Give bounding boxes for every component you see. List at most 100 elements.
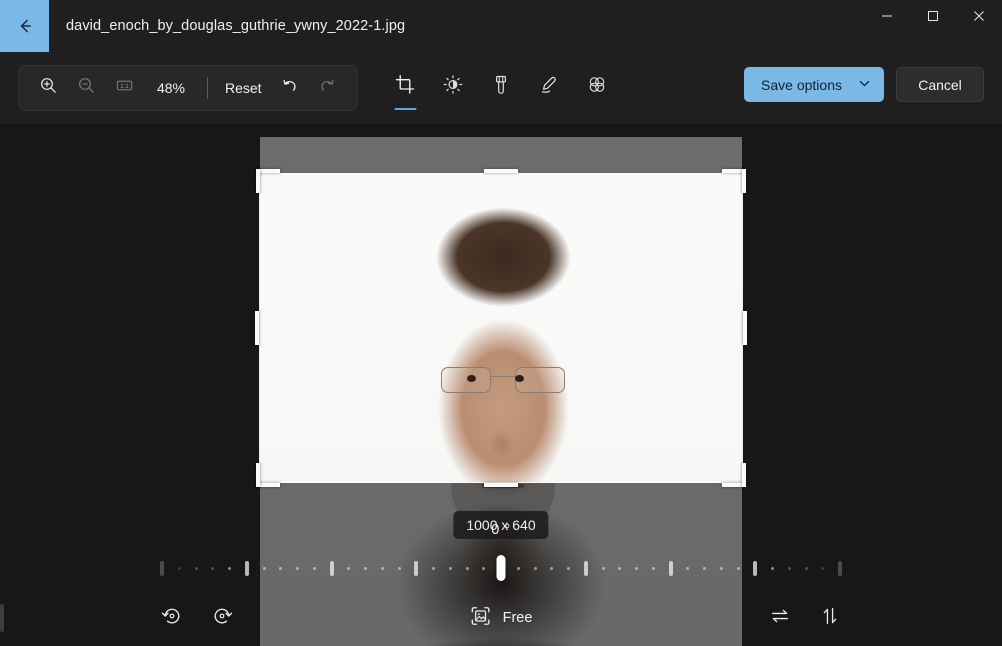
rotation-tick-minor [516, 566, 520, 570]
flip-vertical-button[interactable] [810, 598, 850, 638]
rotate-right-icon [211, 605, 233, 632]
rotation-tick-minor [787, 566, 791, 570]
tab-underline [538, 108, 560, 111]
actual-size-button[interactable]: 1:1 [105, 71, 143, 105]
rotation-tick-minor [804, 566, 808, 570]
flip-horizontal-icon [769, 605, 791, 632]
rotate-left-icon [161, 605, 183, 632]
crop-icon [395, 74, 416, 100]
rotation-tick-major [583, 560, 588, 576]
rotation-tick-minor [618, 566, 622, 570]
rotation-tick-major [329, 560, 334, 576]
flip-horizontal-button[interactable] [760, 598, 800, 638]
rotation-tick-minor [211, 566, 215, 570]
zoom-toolbar: 1:1 48% Reset [18, 65, 358, 111]
rotation-tick-minor [279, 566, 283, 570]
redo-button[interactable] [309, 71, 347, 105]
rotation-tick-major [244, 560, 249, 576]
tab-underline [442, 108, 464, 111]
rotation-tick-major [414, 560, 419, 576]
tab-filter[interactable] [482, 68, 521, 112]
rotation-tick-minor [703, 566, 706, 570]
aspect-ratio-icon [470, 605, 492, 631]
close-icon [973, 10, 985, 24]
redo-icon [318, 76, 337, 100]
rotation-tick-minor [550, 566, 554, 570]
crop-handle-bottom-right[interactable] [742, 463, 746, 487]
rotation-tick-major [160, 560, 164, 576]
tab-adjustment[interactable] [434, 68, 473, 112]
aspect-ratio-button[interactable]: Free [456, 598, 547, 638]
minimize-button[interactable] [864, 0, 910, 34]
rotation-tick-major [753, 560, 758, 576]
tab-active-underline [394, 107, 416, 110]
crop-dim-right [743, 173, 1002, 483]
crop-handle-right[interactable] [743, 311, 747, 345]
brightness-icon [443, 74, 464, 100]
tab-erase[interactable] [578, 68, 617, 112]
zoom-out-icon [77, 76, 96, 100]
rotation-tick-minor [482, 566, 486, 570]
zoom-in-button[interactable] [29, 71, 67, 105]
back-button[interactable] [0, 0, 49, 52]
rotate-controls [152, 598, 242, 638]
minimize-icon [881, 10, 893, 24]
rotation-tick-minor [347, 566, 351, 570]
save-options-button[interactable]: Save options [744, 67, 884, 102]
window-caption-controls [864, 0, 1002, 34]
rotation-tick-major [838, 560, 842, 576]
tab-underline [586, 108, 608, 111]
crop-bottom-toolbar: Free [0, 590, 1002, 646]
tab-underline [490, 108, 512, 111]
one-to-one-icon: 1:1 [115, 76, 134, 100]
tab-markup[interactable] [530, 68, 569, 112]
rotation-tick-minor [397, 566, 401, 570]
back-arrow-icon [15, 16, 35, 36]
zoom-in-icon [39, 76, 58, 100]
rotation-tick-minor [686, 566, 690, 570]
command-bar: 1:1 48% Reset Save options Cancel [0, 52, 1002, 124]
rotation-slider-thumb[interactable] [496, 555, 506, 581]
close-button[interactable] [956, 0, 1002, 34]
rotation-tick-major [668, 560, 673, 576]
image-detail [482, 484, 525, 489]
rotate-left-button[interactable] [152, 598, 192, 638]
undo-icon [280, 76, 299, 100]
editor-canvas[interactable]: 1000 x 640 0 ° Free [0, 124, 1002, 646]
crop-dim-left [0, 173, 259, 483]
crop-handle-top-right[interactable] [742, 169, 746, 193]
zoom-level-value: 48% [156, 80, 186, 96]
pen-icon [539, 74, 560, 100]
rotation-tick-minor [380, 566, 384, 570]
erase-retouch-icon [587, 74, 608, 100]
maximize-button[interactable] [910, 0, 956, 34]
rotation-tick-minor [364, 566, 367, 570]
rotation-tick-minor [312, 566, 316, 570]
cancel-button[interactable]: Cancel [896, 67, 984, 102]
edge-scrollbar[interactable] [0, 604, 4, 632]
rotation-tick-minor [465, 566, 469, 570]
image-detail [439, 366, 567, 393]
rotation-slider[interactable] [160, 552, 842, 584]
crop-handle-left[interactable] [255, 311, 259, 345]
rotate-right-button[interactable] [202, 598, 242, 638]
save-options-label: Save options [761, 76, 842, 93]
reset-button[interactable]: Reset [216, 74, 271, 102]
zoom-out-button[interactable] [67, 71, 105, 105]
undo-button[interactable] [271, 71, 309, 105]
maximize-icon [927, 10, 939, 24]
rotation-tick-minor [601, 566, 605, 570]
rotation-tick-minor [533, 566, 537, 570]
aspect-ratio-control: Free [456, 598, 547, 638]
chevron-down-icon [858, 77, 871, 93]
rotation-tick-minor [296, 566, 299, 570]
rotation-tick-minor [228, 566, 231, 570]
flip-vertical-icon [819, 605, 841, 632]
rotation-tick-minor [651, 566, 655, 570]
rotation-tick-minor [635, 566, 638, 570]
rotation-tick-minor [432, 566, 435, 570]
tab-crop[interactable] [386, 68, 425, 112]
rotation-tick-minor [194, 566, 198, 570]
rotation-tick-minor [771, 566, 774, 570]
rotation-tick-minor [448, 566, 452, 570]
